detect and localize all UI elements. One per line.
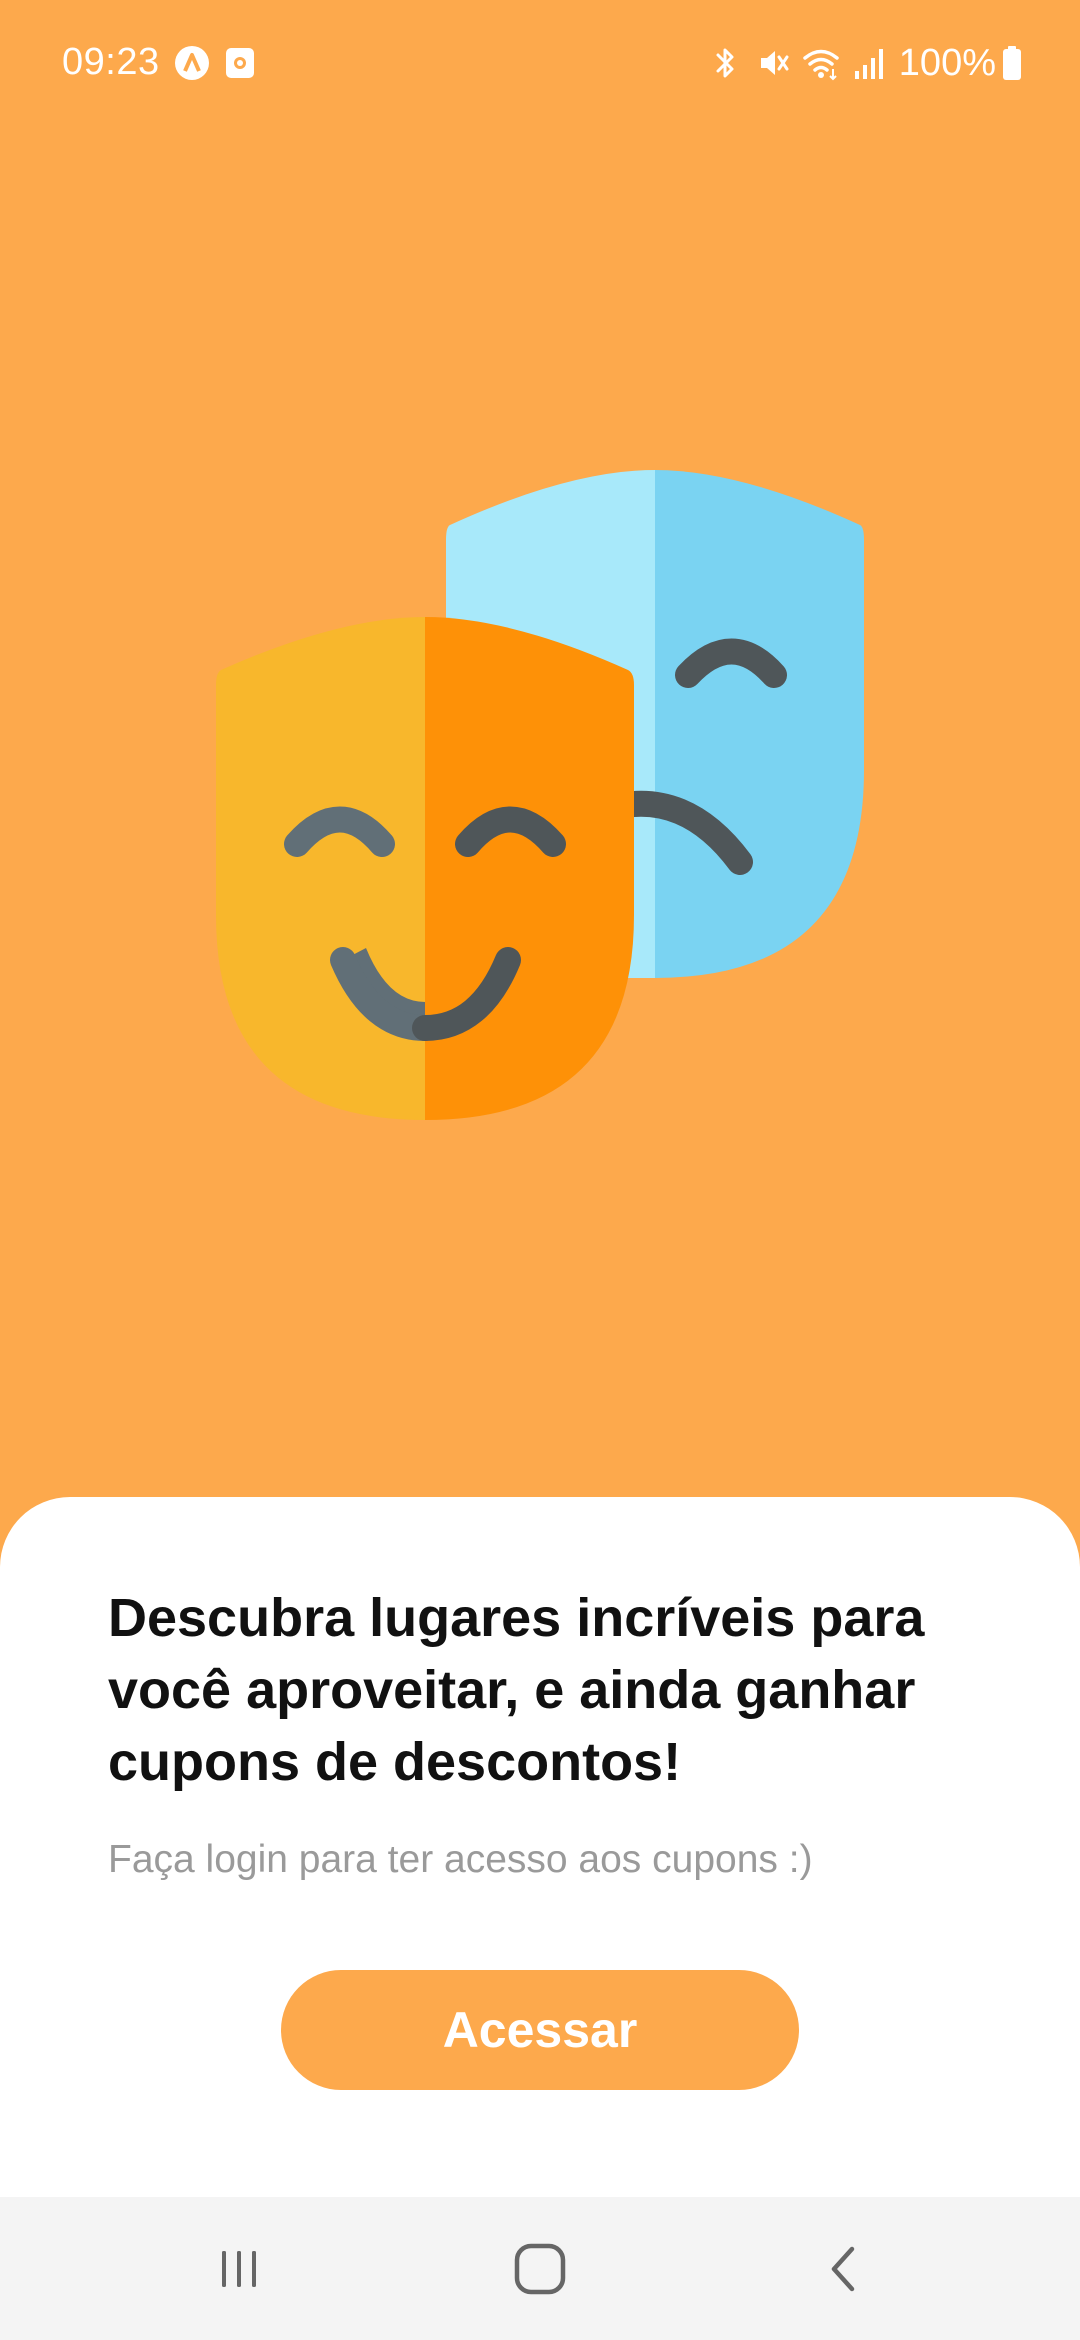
home-button[interactable] — [485, 2219, 595, 2319]
screen: 09:23 100% Descubra lugares incríveis pa… — [0, 0, 1080, 2340]
mute-icon — [760, 51, 789, 75]
home-icon — [514, 2243, 566, 2295]
headline: Descubra lugares incríveis para você apr… — [108, 1588, 925, 1792]
access-button[interactable]: Acessar — [281, 1970, 799, 2090]
app-a-icon — [175, 46, 209, 80]
status-bar: 09:23 100% — [0, 0, 1080, 125]
screenshot-icon — [226, 48, 254, 78]
navigation-bar — [0, 2197, 1080, 2340]
login-hint-text: Faça login para ter acesso aos cupons :) — [108, 1838, 813, 1881]
wifi-icon — [803, 49, 839, 81]
battery-percentage: 100% — [898, 42, 996, 84]
battery-full-icon — [1003, 46, 1021, 80]
status-right-group: 100% — [697, 38, 1022, 88]
status-time: 09:23 — [62, 41, 160, 83]
back-icon — [831, 2246, 855, 2292]
bluetooth-icon — [716, 48, 734, 78]
theater-masks-icon — [216, 470, 864, 1120]
back-button[interactable] — [789, 2219, 899, 2319]
recent-apps-icon — [222, 2251, 256, 2287]
signal-icon — [854, 49, 883, 79]
recent-apps-button[interactable] — [184, 2219, 294, 2319]
login-prompt-sheet: Descubra lugares incríveis para você apr… — [0, 1497, 1080, 2197]
